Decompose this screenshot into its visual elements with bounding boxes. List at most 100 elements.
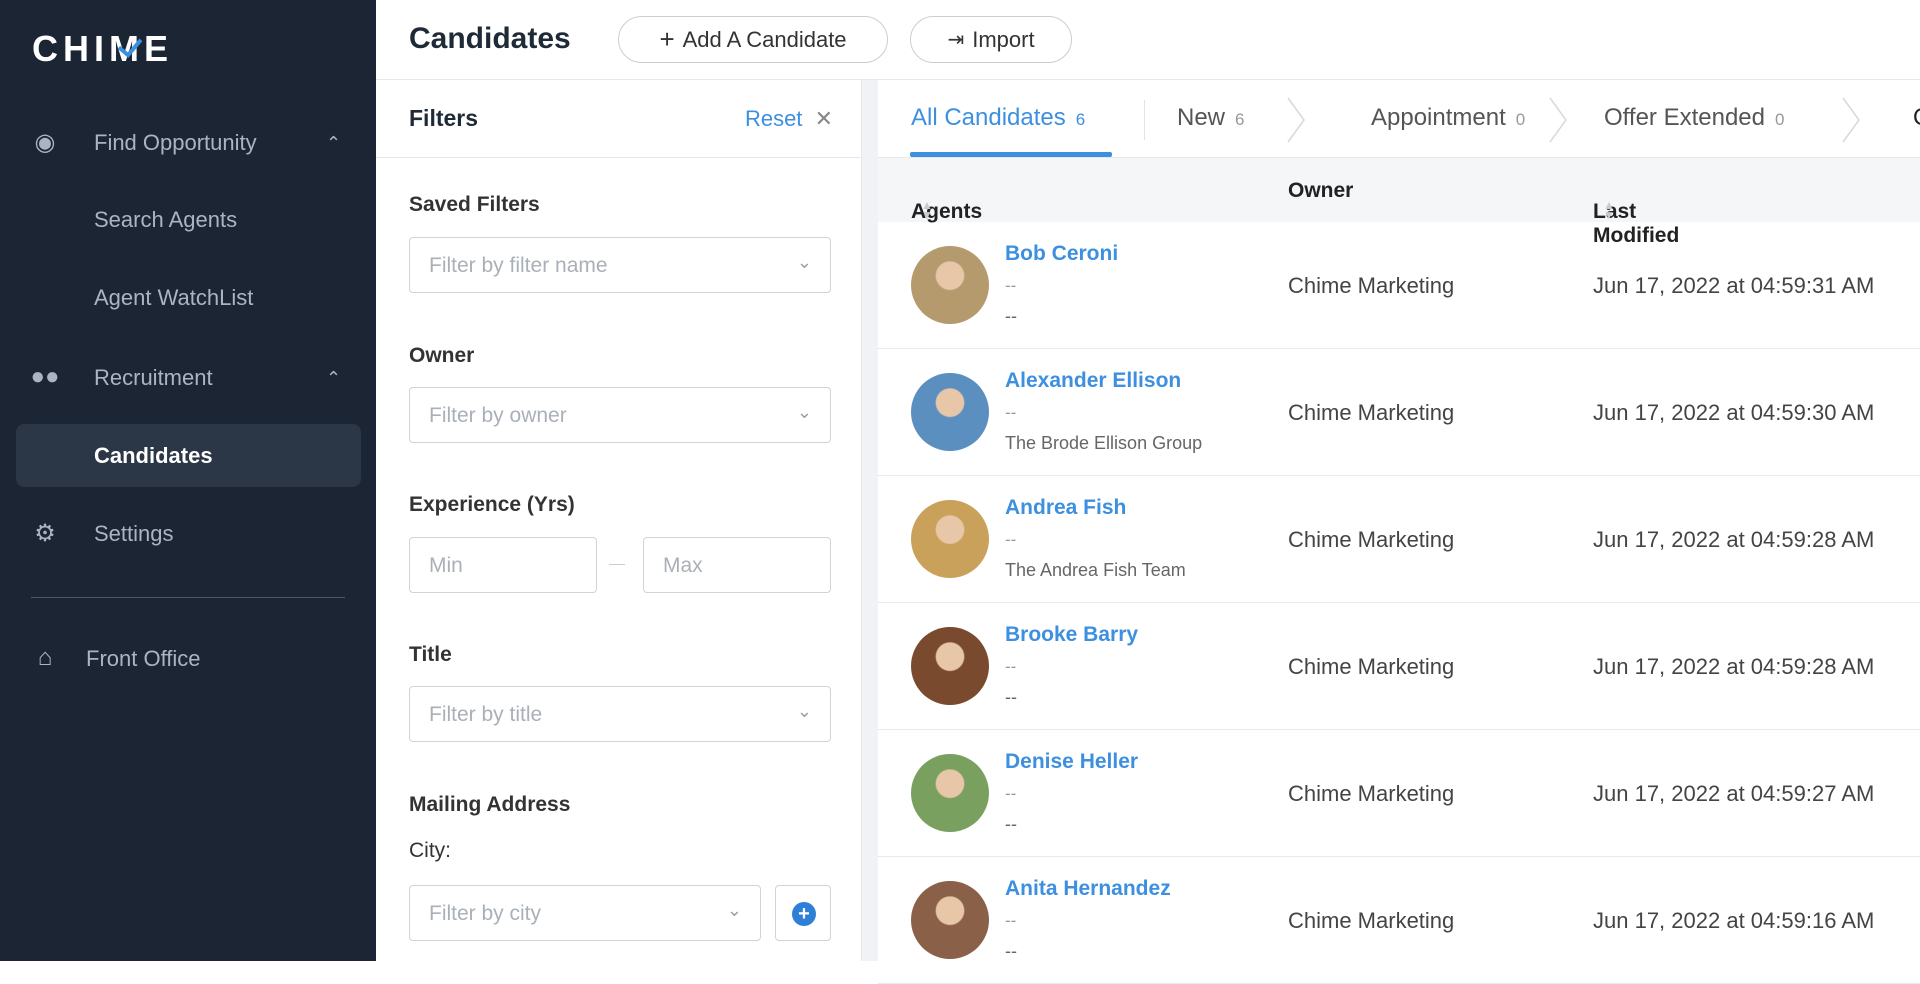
avatar[interactable] — [911, 373, 989, 451]
agent-name-link[interactable]: Alexander Ellison — [1005, 369, 1181, 393]
add-candidate-button[interactable]: + Add A Candidate — [618, 16, 888, 63]
chevron-down-icon: ⌄ — [796, 252, 812, 272]
owner-cell: Chime Marketing — [1288, 654, 1455, 679]
last-modified-cell: Jun 17, 2022 at 04:59:28 AM — [1593, 654, 1875, 679]
tab-new[interactable]: New 6 — [1177, 104, 1244, 132]
agent-team: The Brode Ellison Group — [1005, 433, 1203, 453]
table-row[interactable]: Brooke Barry -- -- Chime Marketing Jun 1… — [878, 603, 1920, 730]
avatar[interactable] — [911, 246, 989, 324]
import-icon: ⇥ — [947, 29, 965, 51]
title-label: Title — [409, 643, 452, 666]
owner-cell: Chime Marketing — [1288, 400, 1455, 425]
close-icon: ✕ — [814, 106, 833, 131]
chevron-up-icon: ⌃ — [326, 132, 342, 153]
table-row[interactable]: Denise Heller -- -- Chime Marketing Jun … — [878, 730, 1920, 857]
last-modified-cell: Jun 17, 2022 at 04:59:30 AM — [1593, 400, 1875, 425]
plus-icon: + — [659, 24, 675, 54]
agent-detail: -- — [1005, 403, 1017, 422]
sidebar-item-find-opportunity[interactable]: ◉ Find Opportunity ⌃ — [0, 112, 376, 174]
agent-detail: -- — [1005, 276, 1017, 295]
experience-min-input[interactable]: Min — [409, 537, 597, 593]
users-icon: ●● — [30, 363, 60, 390]
table-row[interactable]: Andrea Fish -- The Andrea Fish Team Chim… — [878, 476, 1920, 603]
active-tab-indicator — [910, 152, 1112, 157]
owner-cell: Chime Marketing — [1288, 908, 1455, 933]
agent-name-link[interactable]: Denise Heller — [1005, 750, 1138, 774]
avatar[interactable] — [911, 627, 989, 705]
add-city-button[interactable]: + — [775, 885, 831, 941]
column-owner: Owner — [1288, 179, 1354, 202]
agent-name-link[interactable]: Anita Hernandez — [1005, 877, 1171, 901]
agent-detail: -- — [1005, 657, 1017, 676]
owner-label: Owner — [409, 344, 475, 367]
last-modified-cell: Jun 17, 2022 at 04:59:28 AM — [1593, 527, 1875, 552]
agent-name-link[interactable]: Brooke Barry — [1005, 623, 1138, 647]
table-row[interactable]: Bob Ceroni -- -- Chime Marketing Jun 17,… — [878, 222, 1920, 349]
chevron-down-icon: ⌄ — [726, 900, 742, 920]
agent-team: The Andrea Fish Team — [1005, 560, 1186, 580]
chevron-right-icon — [1842, 97, 1860, 143]
page-title: Candidates — [409, 22, 571, 55]
sidebar: CHIME ◉ Find Opportunity ⌃ Search Agents… — [0, 0, 376, 961]
chevron-right-icon — [1549, 97, 1567, 143]
agent-team: -- — [1005, 814, 1017, 834]
agent-name-link[interactable]: Bob Ceroni — [1005, 242, 1118, 266]
table-row[interactable]: Alexander Ellison -- The Brode Ellison G… — [878, 349, 1920, 476]
owner-cell: Chime Marketing — [1288, 273, 1455, 298]
filters-panel: Filters Reset ✕ Saved Filters Filter by … — [376, 80, 862, 961]
reset-button[interactable]: Reset ✕ — [745, 106, 833, 132]
agent-detail: -- — [1005, 530, 1017, 549]
tab-next[interactable]: O — [1913, 104, 1920, 132]
sort-icon: ▲ ▼ — [1603, 198, 1615, 222]
saved-filters-select[interactable]: Filter by filter name ⌄ — [409, 237, 831, 293]
sidebar-item-recruitment[interactable]: ●● Recruitment ⌃ — [0, 347, 376, 409]
sidebar-item-front-office[interactable]: ⌂ Front Office — [0, 628, 376, 690]
chevron-right-icon — [1287, 97, 1305, 143]
owner-cell: Chime Marketing — [1288, 781, 1455, 806]
owner-cell: Chime Marketing — [1288, 527, 1455, 552]
city-select[interactable]: Filter by city ⌄ — [409, 885, 761, 941]
avatar[interactable] — [911, 754, 989, 832]
sidebar-divider — [31, 597, 345, 598]
experience-label: Experience (Yrs) — [409, 493, 575, 516]
tab-all-candidates[interactable]: All Candidates 6 — [911, 104, 1085, 132]
experience-max-input[interactable]: Max — [643, 537, 831, 593]
last-modified-cell: Jun 17, 2022 at 04:59:31 AM — [1593, 273, 1875, 298]
agent-name-link[interactable]: Andrea Fish — [1005, 496, 1126, 520]
last-modified-cell: Jun 17, 2022 at 04:59:16 AM — [1593, 908, 1875, 933]
last-modified-cell: Jun 17, 2022 at 04:59:27 AM — [1593, 781, 1875, 806]
panel-resizer[interactable] — [862, 80, 878, 961]
mailing-address-label: Mailing Address — [409, 793, 571, 816]
sidebar-item-agent-watchlist[interactable]: Agent WatchList — [0, 267, 376, 329]
saved-filters-label: Saved Filters — [409, 193, 540, 216]
house-icon: ⌂ — [37, 644, 53, 671]
tab-offer-extended[interactable]: Offer Extended 0 — [1604, 104, 1784, 132]
chevron-down-icon: ⌄ — [796, 402, 812, 422]
title-select[interactable]: Filter by title ⌄ — [409, 686, 831, 742]
pipeline-tabs: All Candidates 6 New 6 Appointment 0 Offer … — [878, 80, 1920, 158]
owner-select[interactable]: Filter by owner ⌄ — [409, 387, 831, 443]
page-header: Candidates + Add A Candidate ⇥ Import — [376, 0, 1920, 80]
filters-title: Filters — [409, 105, 479, 131]
avatar[interactable] — [911, 881, 989, 959]
sidebar-item-candidates[interactable]: Candidates — [16, 424, 361, 487]
avatar[interactable] — [911, 500, 989, 578]
agent-team: -- — [1005, 687, 1017, 707]
agent-detail: -- — [1005, 911, 1017, 930]
search-person-icon: ◉ — [34, 129, 56, 156]
chime-logo[interactable]: CHIME — [32, 28, 173, 70]
sidebar-item-settings[interactable]: ⚙ Settings — [0, 503, 376, 565]
plus-circle-icon: + — [792, 902, 816, 926]
import-button[interactable]: ⇥ Import — [910, 16, 1072, 63]
agent-team: -- — [1005, 941, 1017, 961]
range-dash — [609, 564, 625, 565]
candidates-list: All Candidates 6 New 6 Appointment 0 Offer … — [878, 80, 1920, 984]
gear-icon: ⚙ — [34, 520, 56, 547]
table-row[interactable]: Anita Hernandez -- -- Chime Marketing Ju… — [878, 857, 1920, 984]
agent-detail: -- — [1005, 784, 1017, 803]
tab-appointment[interactable]: Appointment 0 — [1371, 104, 1525, 132]
chevron-down-icon: ⌄ — [796, 701, 812, 721]
city-label: City: — [409, 839, 451, 862]
table-header: Agents ▲ ▼ Owner Last Modified ▲ ▼ — [878, 158, 1920, 247]
sidebar-item-search-agents[interactable]: Search Agents — [0, 189, 376, 251]
